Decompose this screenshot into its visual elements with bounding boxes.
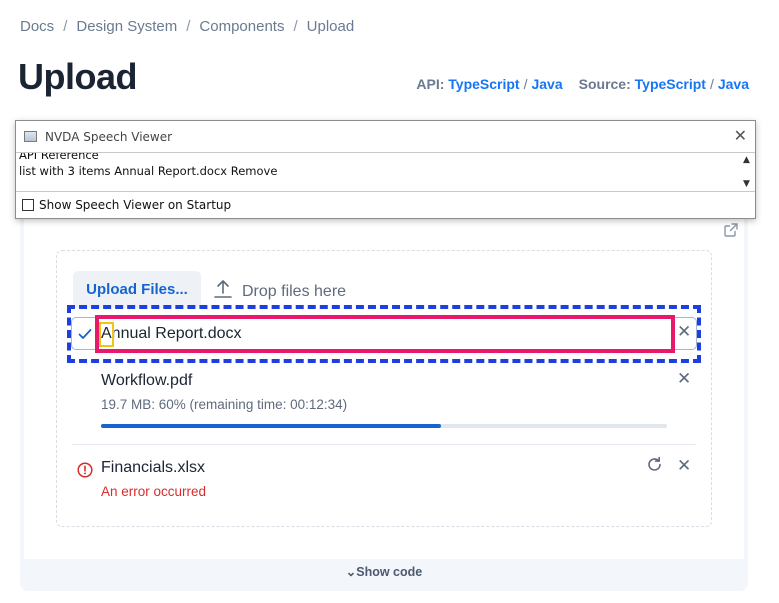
- scroll-up-icon[interactable]: ▲: [743, 155, 750, 165]
- divider: [72, 444, 696, 445]
- app-icon: [24, 131, 37, 142]
- drop-zone: Drop files here: [214, 279, 346, 304]
- drop-files-label: Drop files here: [242, 282, 347, 300]
- source-typescript-link[interactable]: TypeScript: [635, 76, 706, 92]
- breadcrumb-item-components[interactable]: Components: [199, 18, 284, 35]
- breadcrumb-separator: /: [293, 18, 298, 35]
- source-java-link[interactable]: Java: [718, 76, 749, 92]
- remove-file-button[interactable]: ✕: [677, 370, 691, 387]
- breadcrumb-item-docs[interactable]: Docs: [20, 18, 54, 35]
- startup-checkbox-label: Show Speech Viewer on Startup: [39, 198, 232, 212]
- api-java-link[interactable]: Java: [531, 76, 562, 92]
- remove-file-button[interactable]: ✕: [677, 457, 691, 474]
- file-name: Financials.xlsx: [101, 459, 206, 476]
- link-separator: /: [709, 76, 714, 92]
- startup-checkbox[interactable]: [22, 199, 34, 211]
- show-code-button[interactable]: ⌄Show code: [20, 564, 748, 579]
- nvda-titlebar: NVDA Speech Viewer: [16, 121, 755, 152]
- screen-reader-highlight: [95, 315, 675, 353]
- progress-fill: [101, 424, 441, 428]
- checkmark-icon: [78, 327, 92, 345]
- api-label: API:: [416, 76, 445, 92]
- nvda-window-title: NVDA Speech Viewer: [45, 129, 173, 144]
- upload-icon: [214, 279, 242, 304]
- link-separator: /: [523, 76, 528, 92]
- source-label: Source:: [578, 76, 631, 92]
- close-icon[interactable]: ✕: [734, 128, 747, 144]
- breadcrumb-item-upload[interactable]: Upload: [307, 18, 355, 35]
- speech-output-text[interactable]: API Reference list with 3 items Annual R…: [16, 152, 755, 192]
- breadcrumb-separator: /: [186, 18, 191, 35]
- nvda-footer: Show Speech Viewer on Startup: [16, 192, 755, 218]
- page-title: Upload: [18, 56, 138, 97]
- caret-highlight: [99, 322, 114, 347]
- remove-file-button[interactable]: ✕: [677, 323, 691, 340]
- breadcrumb-item-design-system[interactable]: Design System: [76, 18, 177, 35]
- open-external-icon[interactable]: [723, 222, 739, 238]
- speech-line: list with 3 items Annual Report.docx Rem…: [19, 164, 278, 178]
- api-source-links: API: TypeScript / Java Source: TypeScrip…: [416, 76, 749, 92]
- breadcrumb-separator: /: [63, 18, 68, 35]
- upload-files-button[interactable]: Upload Files...: [73, 271, 201, 308]
- scrollbar[interactable]: ▲ ▼: [738, 153, 755, 191]
- file-status: 19.7 MB: 60% (remaining time: 00:12:34): [101, 397, 348, 412]
- nvda-speech-viewer-window: NVDA Speech Viewer ✕ API Reference list …: [15, 120, 756, 219]
- error-icon: [77, 462, 93, 483]
- file-name: Workflow.pdf: [101, 372, 193, 389]
- speech-line: API Reference: [19, 152, 99, 162]
- api-typescript-link[interactable]: TypeScript: [448, 76, 519, 92]
- chevron-down-icon: ⌄: [345, 565, 357, 579]
- progress-bar: [101, 424, 667, 428]
- scroll-down-icon[interactable]: ▼: [743, 179, 750, 189]
- breadcrumb: Docs / Design System / Components / Uplo…: [20, 18, 354, 35]
- show-code-label: Show code: [356, 565, 423, 579]
- retry-icon[interactable]: [646, 456, 663, 478]
- file-error-message: An error occurred: [101, 484, 207, 499]
